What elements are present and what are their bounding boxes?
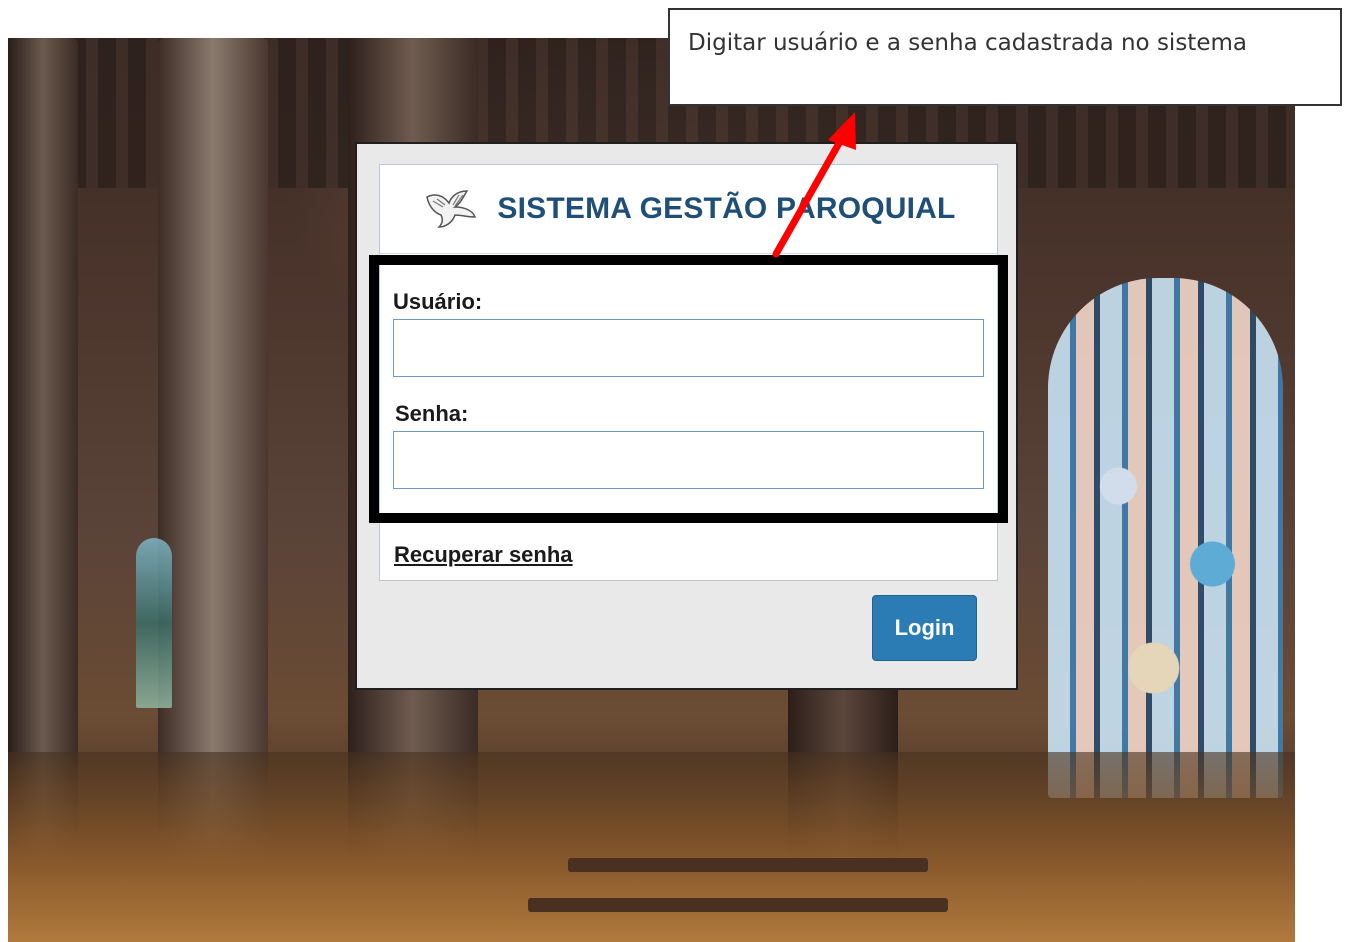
login-panel: SISTEMA GESTÃO PAROQUIAL Usuário: Senha:… (379, 164, 998, 581)
username-input[interactable] (393, 319, 984, 377)
password-label: Senha: (395, 401, 469, 426)
pew (528, 898, 948, 912)
password-input[interactable] (393, 431, 984, 489)
church-floor (8, 752, 1295, 942)
pew (568, 858, 928, 872)
login-dialog: SISTEMA GESTÃO PAROQUIAL Usuário: Senha:… (355, 142, 1018, 690)
stained-glass-window-small (136, 538, 172, 708)
dove-icon (426, 190, 477, 228)
recover-password-link[interactable]: Recuperar senha (394, 542, 573, 568)
login-header: SISTEMA GESTÃO PAROQUIAL (380, 165, 997, 254)
username-label: Usuário: (393, 289, 483, 314)
page-title: SISTEMA GESTÃO PAROQUIAL (497, 192, 956, 225)
stained-glass-window (1048, 278, 1283, 798)
callout-text: Digitar usuário e a senha cadastrada no … (688, 30, 1247, 56)
callout-box: Digitar usuário e a senha cadastrada no … (668, 8, 1342, 106)
login-button[interactable]: Login (872, 595, 977, 661)
